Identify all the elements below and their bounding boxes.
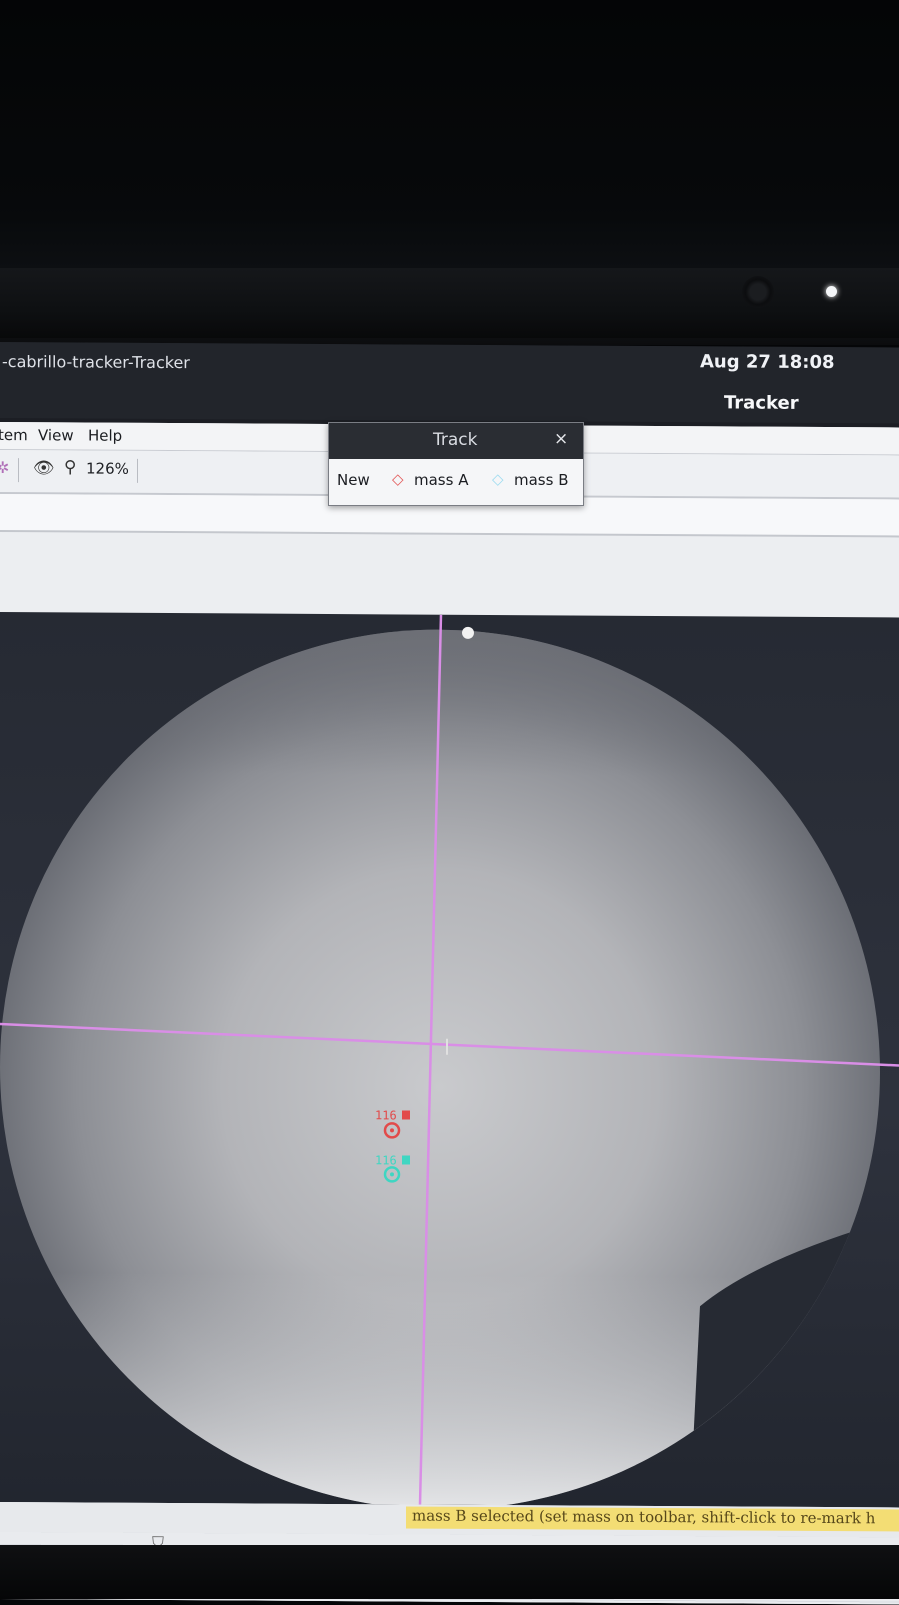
toolbar-divider: [137, 458, 138, 483]
mass-a-label-tag: [402, 1110, 410, 1120]
mass-b-marker-dot: [390, 1172, 394, 1177]
toolbar-divider: [18, 458, 19, 483]
menu-item-help[interactable]: Help: [88, 427, 122, 445]
status-message: mass B selected (set mass on toolbar, sh…: [406, 1506, 899, 1532]
sparkle-icon[interactable]: ✲: [0, 458, 9, 477]
mass-a-label: 116: [375, 1108, 397, 1122]
mass-b-label-tag: [402, 1155, 410, 1165]
mass-b-button[interactable]: mass B: [514, 471, 569, 489]
menu-item-edit[interactable]: tem: [0, 426, 28, 444]
zoom-level[interactable]: 126%: [86, 460, 129, 478]
active-app-name[interactable]: Tracker: [724, 392, 799, 413]
webcam-icon: [742, 276, 774, 308]
track-dialog: Track × New ◇ mass A ◇ mass B: [328, 422, 584, 506]
mass-a-marker-dot: [390, 1128, 394, 1133]
diamond-icon: ◇: [492, 470, 504, 488]
diamond-icon: ◇: [392, 470, 404, 488]
eye-icon[interactable]: 👁: [33, 458, 55, 478]
track-dialog-title: Track: [433, 430, 478, 450]
mass-b-label: 116: [375, 1153, 397, 1167]
clock[interactable]: Aug 27 18:08: [700, 351, 835, 373]
new-track-button[interactable]: New: [337, 471, 370, 489]
light-spot: [462, 626, 474, 639]
menu-item-view[interactable]: View: [38, 426, 74, 444]
lens-top-shade: [0, 627, 880, 778]
track-dialog-header[interactable]: Track ×: [329, 423, 583, 459]
monitor-bottom-bezel: [0, 1545, 899, 1599]
close-icon[interactable]: ×: [554, 429, 568, 449]
mass-a-button[interactable]: mass A: [414, 471, 468, 489]
video-frame[interactable]: 116 116: [0, 612, 899, 1508]
magnifier-icon[interactable]: ⚲: [64, 457, 76, 477]
desktop-top-bar: -cabrillo-tracker-Tracker Aug 27 18:08 T…: [0, 342, 899, 424]
video-viewport[interactable]: 116 116: [0, 612, 899, 1508]
tracker-window: tem View Help ✲ 👁 ⚲ 126% 116 116 mass B …: [0, 422, 899, 1605]
screen: -cabrillo-tracker-Tracker Aug 27 18:08 T…: [0, 342, 899, 1605]
window-title: -cabrillo-tracker-Tracker: [2, 352, 190, 373]
camera-led-icon: [826, 286, 837, 297]
track-dialog-body: New ◇ mass A ◇ mass B: [329, 459, 583, 505]
